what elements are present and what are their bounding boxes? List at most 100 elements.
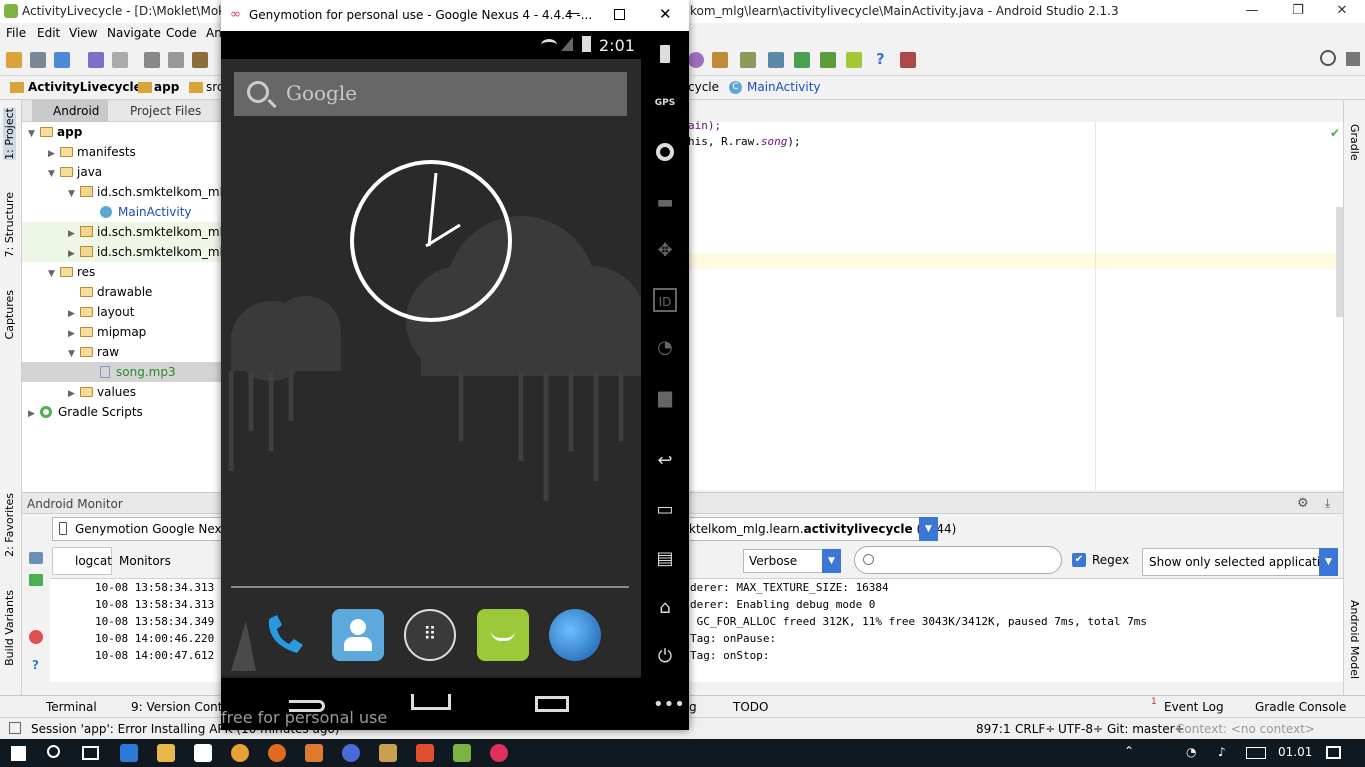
back-button-icon[interactable]: ↩ bbox=[653, 449, 677, 473]
run-icon[interactable] bbox=[29, 574, 43, 586]
gradle-tool-tab[interactable]: Gradle bbox=[1348, 124, 1361, 161]
geny-close-button[interactable]: ✕ bbox=[659, 5, 672, 23]
tree-item[interactable]: ▼ res bbox=[22, 262, 222, 282]
tree-item[interactable]: ▶ mipmap bbox=[22, 322, 222, 342]
log-search-field[interactable] bbox=[854, 546, 1062, 574]
sync-gradle-icon[interactable] bbox=[820, 52, 836, 68]
file-explorer-icon[interactable] bbox=[157, 744, 175, 762]
more-options-icon[interactable]: ••• bbox=[653, 693, 685, 717]
windows-start-icon[interactable] bbox=[11, 746, 26, 761]
tree-expand-arrow[interactable]: ▼ bbox=[68, 184, 80, 204]
tree-expand-arrow[interactable]: ▶ bbox=[48, 144, 60, 164]
log-search-input[interactable] bbox=[883, 551, 1053, 569]
android-model-tool-tab[interactable]: Android Model bbox=[1348, 600, 1361, 679]
taskbar-clock[interactable]: 01.01 bbox=[1278, 745, 1312, 759]
sync-icon[interactable] bbox=[54, 52, 70, 68]
task-view-icon[interactable] bbox=[82, 746, 99, 760]
tree-item[interactable]: ▶ manifests bbox=[22, 142, 222, 162]
android-device-monitor-icon[interactable] bbox=[900, 52, 916, 68]
settings-gear-icon[interactable]: ⚙ bbox=[1297, 496, 1309, 511]
screenshot-icon[interactable] bbox=[29, 552, 43, 564]
tree-item[interactable]: drawable bbox=[22, 282, 222, 302]
tree-item[interactable]: ▶ id.sch.smktelkom_mlg bbox=[22, 222, 231, 244]
attach-debugger-icon[interactable] bbox=[688, 52, 704, 68]
tree-item[interactable]: ▶ id.sch.smktelkom_mlg bbox=[22, 242, 231, 262]
project-files-tab-label[interactable]: Project Files bbox=[130, 104, 201, 118]
cut-icon[interactable] bbox=[144, 52, 160, 68]
event-log-tab[interactable]: Event Log bbox=[1164, 700, 1224, 714]
layout-icon[interactable] bbox=[1346, 52, 1360, 66]
logcat-tab[interactable]: logcat bbox=[52, 547, 112, 575]
app-icon-3[interactable] bbox=[416, 744, 434, 762]
monitors-tab-label[interactable]: Monitors bbox=[119, 554, 171, 568]
volume-icon[interactable]: ♪ bbox=[1218, 745, 1226, 759]
messages-tab-tail[interactable]: g bbox=[689, 700, 697, 714]
app-icon-1[interactable] bbox=[342, 744, 360, 762]
wifi-tray-icon[interactable]: ◔ bbox=[1186, 745, 1196, 759]
structure-tool-tab[interactable]: 7: Structure bbox=[3, 192, 16, 257]
android-studio-task-icon[interactable] bbox=[453, 744, 471, 762]
app-icon-2[interactable] bbox=[379, 744, 397, 762]
breadcrumb-package-tail[interactable]: cycle bbox=[688, 80, 719, 94]
project-tool-tab[interactable]: 1: Project bbox=[3, 108, 16, 160]
log-level-dropdown[interactable]: Verbose ▼ bbox=[743, 549, 841, 573]
edge-icon[interactable] bbox=[120, 744, 138, 762]
download-icon[interactable] bbox=[794, 52, 810, 68]
version-control-tab[interactable]: 9: Version Contro bbox=[131, 700, 234, 714]
gps-widget-icon[interactable]: GPS bbox=[653, 91, 677, 115]
favorites-tool-tab[interactable]: 2: Favorites bbox=[3, 493, 16, 557]
tree-item[interactable]: ▼ raw bbox=[22, 342, 222, 362]
line-separator[interactable]: CRLF÷ bbox=[1015, 722, 1055, 736]
contacts-app-icon[interactable] bbox=[332, 609, 384, 661]
tree-expand-arrow[interactable]: ▼ bbox=[48, 164, 60, 184]
browser-app-icon[interactable] bbox=[549, 609, 601, 661]
geny-minimize-button[interactable]: — bbox=[567, 6, 580, 21]
tree-item[interactable]: ▶ values bbox=[22, 382, 222, 402]
tree-expand-arrow[interactable]: ▶ bbox=[68, 224, 80, 244]
sdk-manager-icon[interactable] bbox=[740, 52, 756, 68]
battery-widget-icon[interactable] bbox=[653, 43, 677, 67]
breadcrumb-app[interactable]: app bbox=[154, 80, 179, 94]
menu-button-icon[interactable]: ▤ bbox=[653, 547, 677, 571]
file-encoding[interactable]: UTF-8÷ bbox=[1058, 722, 1103, 736]
tree-expand-arrow[interactable]: ▶ bbox=[68, 324, 80, 344]
redo-icon[interactable] bbox=[112, 52, 128, 68]
help-small-icon[interactable]: ? bbox=[32, 658, 39, 672]
search-taskbar-icon[interactable] bbox=[47, 745, 60, 758]
network-widget-icon[interactable]: ◔ bbox=[653, 336, 677, 360]
remote-control-icon[interactable]: ✥ bbox=[653, 239, 677, 263]
power-button-icon[interactable]: ⏻ bbox=[653, 645, 677, 669]
breadcrumb-project[interactable]: ActivityLivecycle bbox=[28, 80, 142, 94]
tree-expand-arrow[interactable]: ▶ bbox=[28, 404, 40, 424]
tree-expand-arrow[interactable]: ▶ bbox=[68, 304, 80, 324]
restore-button[interactable]: ❐ bbox=[1275, 0, 1321, 23]
status-toggle-icon[interactable] bbox=[9, 722, 21, 734]
terminal-tab[interactable]: Terminal bbox=[46, 700, 97, 714]
undo-icon[interactable] bbox=[88, 52, 104, 68]
menu-edit[interactable]: Edit bbox=[37, 26, 60, 40]
tree-item[interactable]: ▼ java bbox=[22, 162, 222, 182]
tree-item[interactable]: ▼ app bbox=[22, 122, 222, 142]
gradle-console-tab[interactable]: Gradle Console bbox=[1255, 700, 1346, 714]
messaging-app-icon[interactable] bbox=[477, 609, 529, 661]
store-icon[interactable] bbox=[194, 744, 212, 762]
avd-manager-icon[interactable] bbox=[768, 52, 784, 68]
home-button-icon[interactable]: ⌂ bbox=[653, 596, 677, 620]
screencast-widget-icon[interactable]: ▬ bbox=[653, 191, 677, 215]
recents-nav-icon[interactable] bbox=[535, 696, 569, 712]
xampp-icon[interactable] bbox=[305, 744, 323, 762]
android-screen[interactable]: 2:01 Google ⠿ bbox=[221, 31, 641, 730]
process-dropdown[interactable]: ktelkom_mlg.learn.activitylivecycle (144… bbox=[688, 517, 956, 541]
regex-checkbox[interactable]: ✔ bbox=[1072, 553, 1086, 567]
analog-clock-widget[interactable] bbox=[346, 156, 516, 326]
webcam-widget-icon[interactable] bbox=[653, 141, 677, 165]
help-icon[interactable]: ? bbox=[876, 50, 885, 68]
editor-scrollbar-thumb[interactable] bbox=[1336, 207, 1343, 317]
paste-icon[interactable] bbox=[192, 52, 208, 68]
filter-dropdown[interactable]: Show only selected application ▼ bbox=[1142, 548, 1338, 576]
geny-maximize-button[interactable] bbox=[614, 9, 625, 20]
todo-tab[interactable]: TODO bbox=[733, 700, 768, 714]
google-search-bar[interactable]: Google bbox=[234, 72, 627, 116]
captures-tool-tab[interactable]: Captures bbox=[3, 290, 16, 339]
tree-item[interactable]: song.mp3 bbox=[22, 362, 222, 382]
